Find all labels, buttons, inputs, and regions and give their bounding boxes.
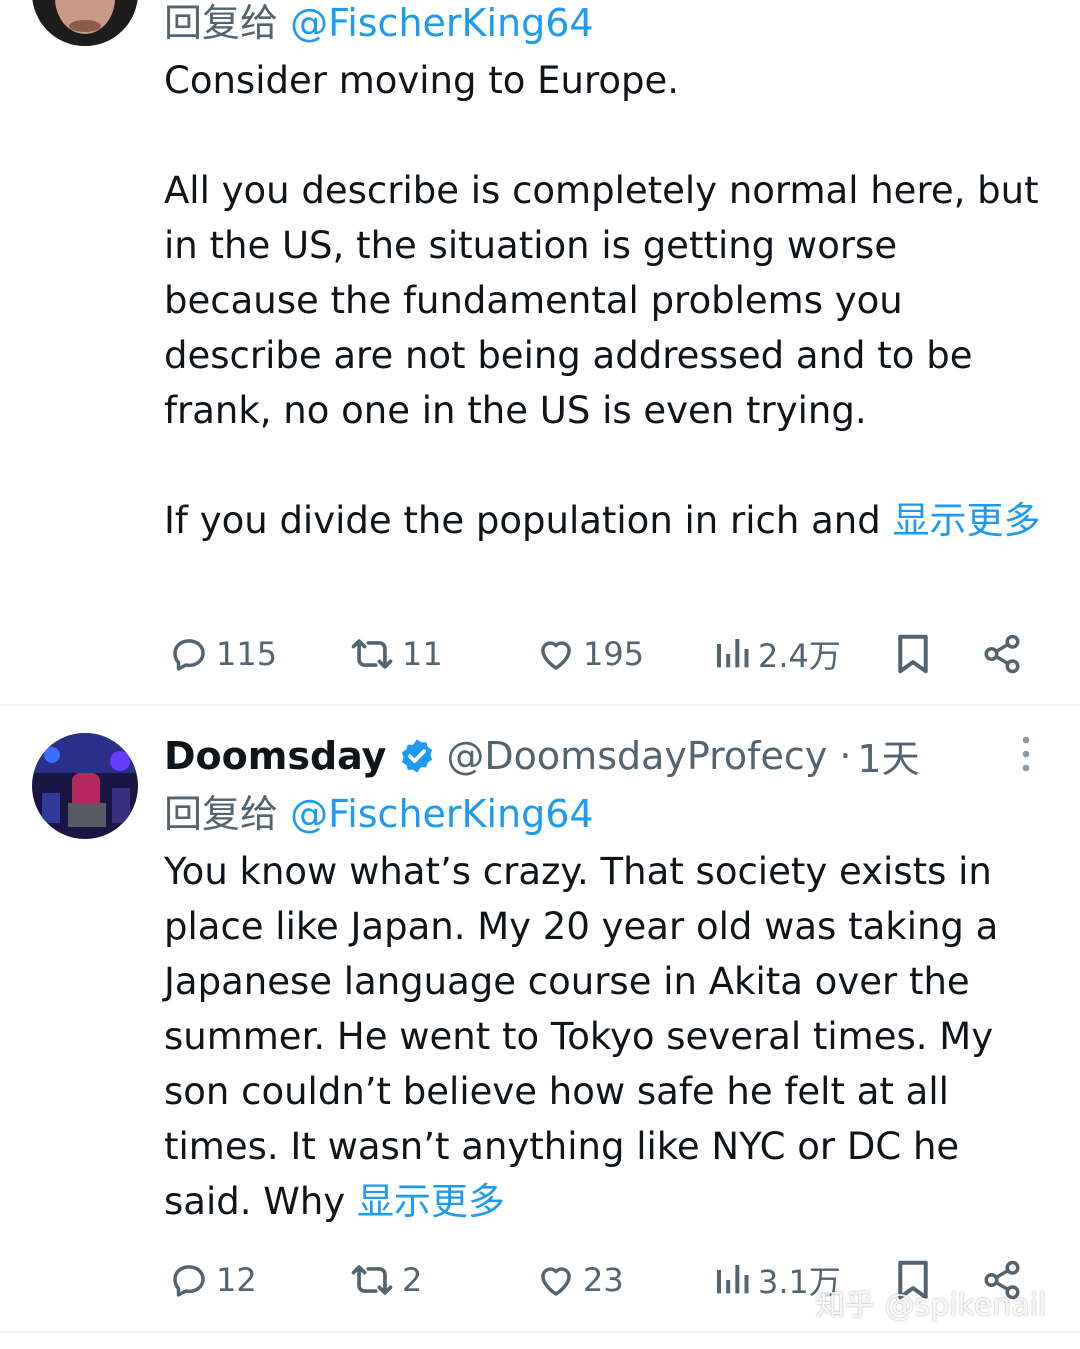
bookmark-icon (893, 632, 933, 676)
reply-button[interactable]: 115 (168, 624, 277, 684)
reply-icon (168, 1259, 210, 1301)
like-button[interactable]: 195 (535, 624, 644, 684)
like-icon (535, 1259, 577, 1301)
tweet-divider (0, 1331, 1080, 1333)
reply-button[interactable]: 12 (168, 1250, 257, 1310)
like-count: 23 (583, 1261, 624, 1299)
share-icon (981, 633, 1023, 675)
retweet-count: 11 (402, 635, 443, 673)
verified-badge-icon (398, 737, 436, 775)
tweet-paragraph-text: You know what’s crazy. That society exis… (164, 850, 999, 1223)
post-time[interactable]: 1天 (857, 728, 919, 783)
like-count: 195 (583, 635, 645, 673)
like-icon (535, 633, 577, 675)
reply-to-handle[interactable]: @FischerKing64 (290, 792, 593, 836)
tweet-text: Consider moving to Europe. All you descr… (164, 53, 1044, 548)
tweet-paragraph: All you describe is completely normal he… (164, 169, 1039, 432)
tweet-paragraph-text: If you divide the population in rich and (164, 499, 881, 542)
reply-icon (168, 633, 210, 675)
reply-to-handle[interactable]: @FischerKing64 (290, 1, 593, 45)
tweet-header: Doomsday @DoomsdayProfecy · 1天 (164, 728, 920, 783)
avatar[interactable] (32, 0, 138, 46)
reply-to-label: 回复给 @FischerKing64 (164, 783, 594, 838)
reply-to-prefix: 回复给 (164, 1, 279, 45)
show-more-link[interactable]: 显示更多 (357, 1180, 505, 1223)
retweet-icon (348, 633, 396, 675)
retweet-button[interactable]: 11 (348, 624, 443, 684)
views-count: 2.4万 (758, 637, 841, 675)
views-icon (712, 633, 752, 675)
display-name[interactable]: Doomsday (164, 734, 386, 778)
tweet-text: You know what’s crazy. That society exis… (164, 844, 1044, 1229)
tweet-paragraph: If you divide the population in rich and… (164, 493, 1044, 548)
views-icon (712, 1259, 752, 1301)
tweet-paragraph: Consider moving to Europe. (164, 59, 680, 102)
retweet-icon (348, 1259, 396, 1301)
user-handle[interactable]: @DoomsdayProfecy (446, 734, 827, 778)
retweet-button[interactable]: 2 (348, 1250, 422, 1310)
bookmark-button[interactable] (893, 624, 933, 684)
action-bar: 115 11 195 2.4万 (0, 624, 1080, 684)
reply-to-label: 回复给 @FischerKing64 (164, 0, 594, 47)
meta-separator: · (839, 733, 852, 778)
like-button[interactable]: 23 (535, 1250, 624, 1310)
reply-count: 12 (216, 1261, 257, 1299)
more-options-icon[interactable] (1014, 735, 1038, 779)
reply-count: 115 (216, 635, 278, 673)
avatar[interactable] (32, 733, 138, 839)
views-button[interactable]: 2.4万 (712, 624, 841, 684)
tweet-1[interactable]: 回复给 @FischerKing64 Consider moving to Eu… (0, 0, 1080, 705)
retweet-count: 2 (402, 1261, 423, 1299)
share-button[interactable] (981, 624, 1023, 684)
tweet-paragraph: You know what’s crazy. That society exis… (164, 844, 1044, 1229)
reply-to-prefix: 回复给 (164, 792, 279, 836)
watermark: 知乎 @spikenail (815, 1288, 1047, 1323)
show-more-link[interactable]: 显示更多 (892, 499, 1040, 542)
